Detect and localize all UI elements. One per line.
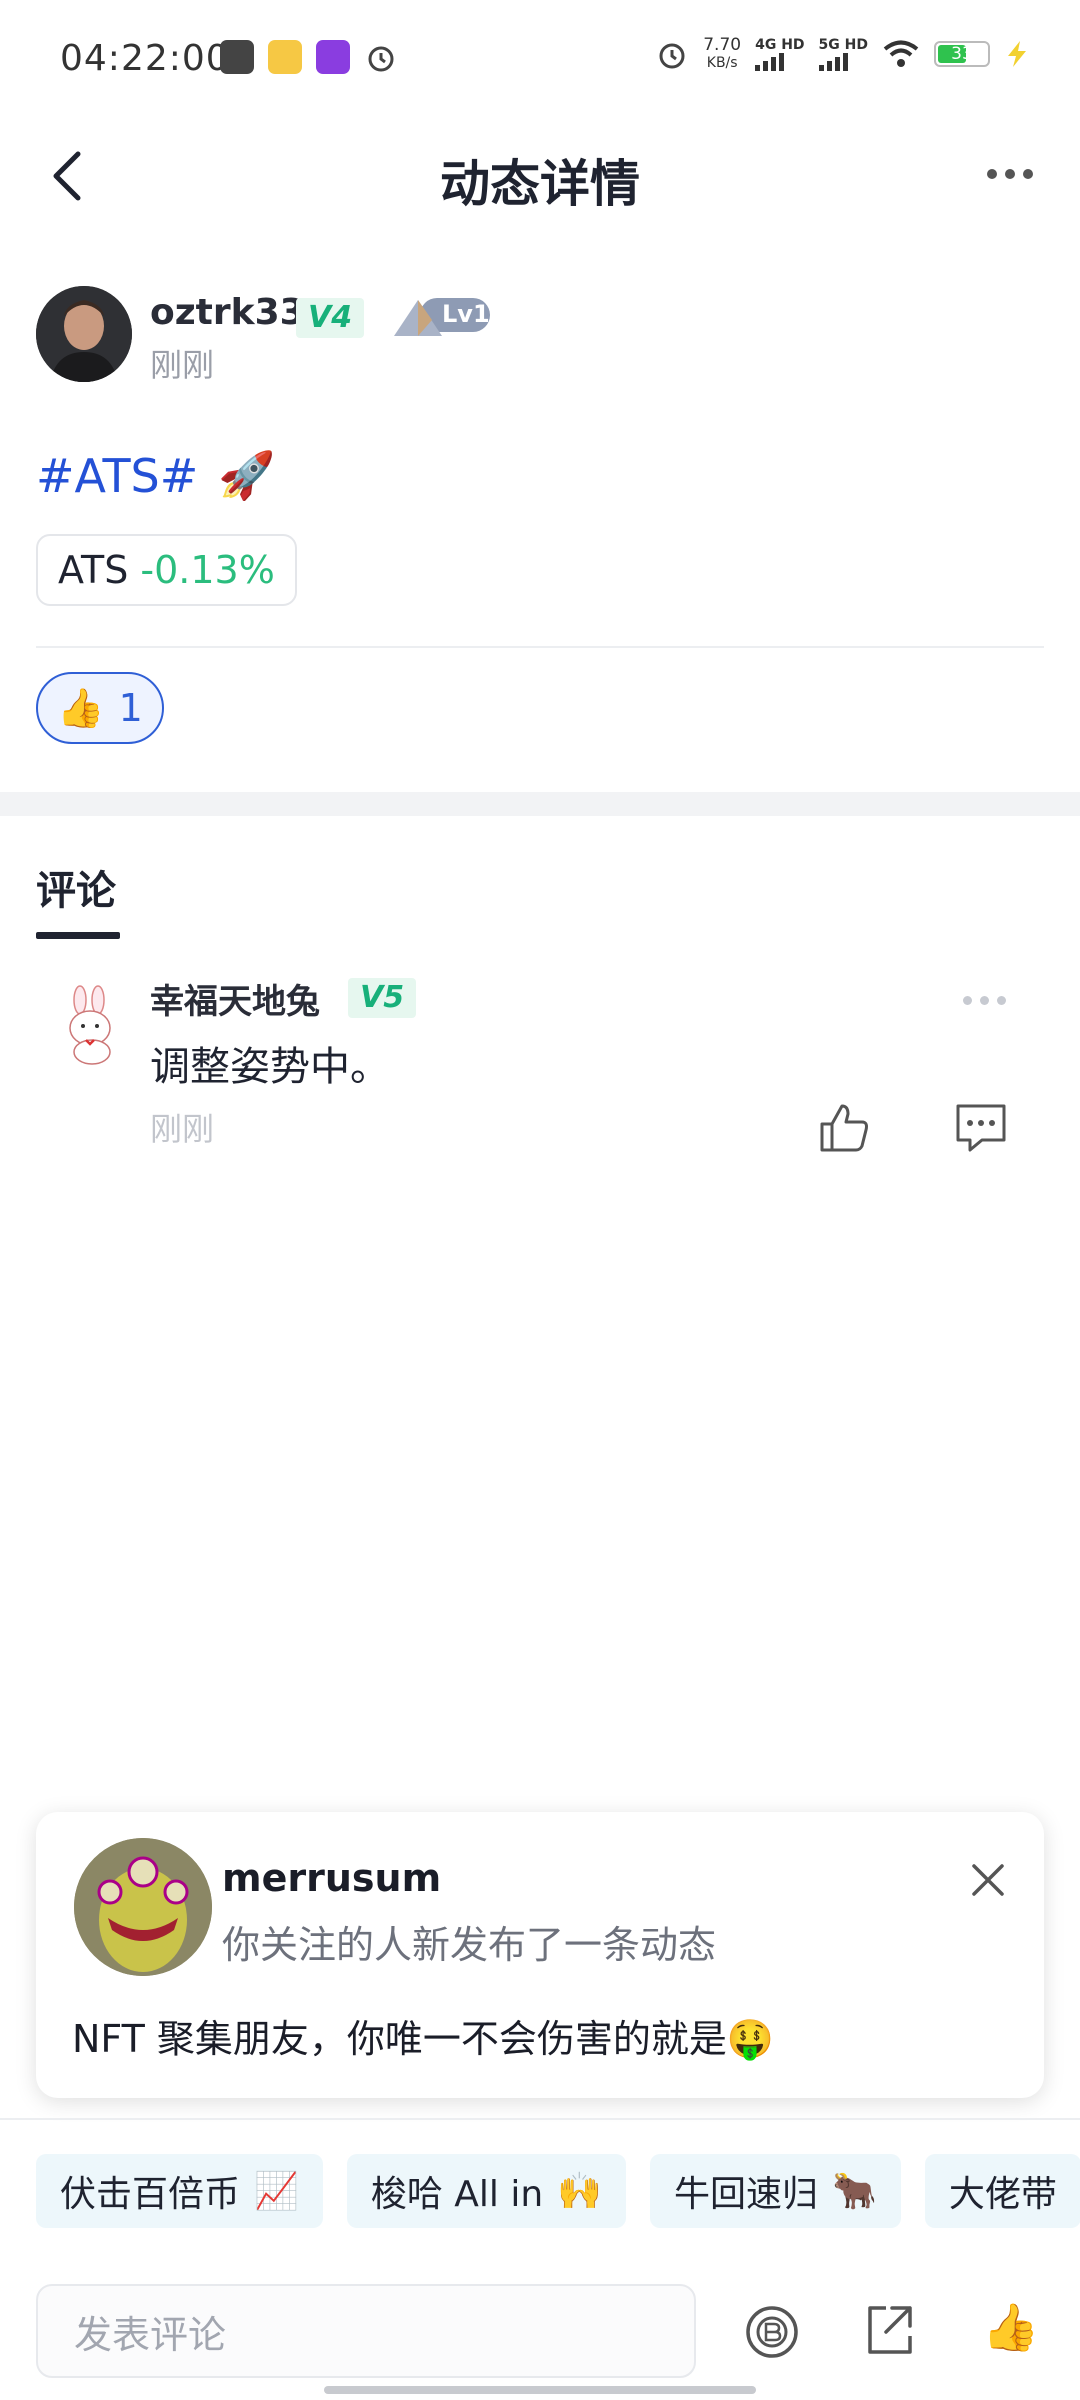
divider xyxy=(0,2118,1080,2120)
page-title: 动态详情 xyxy=(440,155,640,213)
status-indicators: 7.70 KB/s 4G HD 5G HD 33 xyxy=(655,36,1030,72)
share-icon[interactable] xyxy=(862,2300,918,2360)
header: 动态详情 xyxy=(0,120,1080,230)
status-time: 04:22:00 xyxy=(60,38,230,79)
app-notification-icon xyxy=(220,40,254,74)
notification-avatar[interactable] xyxy=(74,1838,212,1976)
quick-reply-chip[interactable]: 牛回速归 🐂 xyxy=(650,2154,901,2228)
net-label-1: 4G HD xyxy=(755,37,805,53)
signal-bars-icon xyxy=(818,53,868,71)
comment-reply-icon[interactable] xyxy=(952,1100,1010,1156)
comment-more-icon[interactable] xyxy=(963,996,1006,1005)
net-label-2: 5G HD xyxy=(818,37,868,53)
coin-chip[interactable]: ATS -0.13% xyxy=(36,534,297,606)
vip-badge: V5 xyxy=(348,978,417,1018)
coin-change: -0.13% xyxy=(140,548,275,592)
chip-label: 牛回速归 xyxy=(674,2174,819,2215)
commenter-name[interactable]: 幸福天地兔 xyxy=(150,974,320,1023)
charging-icon xyxy=(1008,41,1026,67)
tab-comments[interactable]: 评论 xyxy=(36,858,116,916)
tab-underline xyxy=(36,932,120,939)
more-options-icon[interactable] xyxy=(980,162,1040,186)
bunny-app-icon xyxy=(268,40,302,74)
chip-label: 大佬带 xyxy=(948,2174,1057,2215)
new-post-notification[interactable]: merrusum 你关注的人新发布了一条动态 NFT 聚集朋友，你唯一不会伤害的… xyxy=(36,1812,1044,2098)
close-icon[interactable] xyxy=(970,1862,1006,1898)
coin-symbol: ATS xyxy=(58,548,129,592)
wifi-icon xyxy=(883,40,919,67)
signal-4g: 4G HD xyxy=(755,37,805,71)
alarm-icon xyxy=(368,46,394,72)
vip-badge: V4 xyxy=(296,298,365,338)
chip-label: 伏击百倍币 xyxy=(60,2174,241,2215)
rocket-emoji: 🚀 xyxy=(218,448,276,502)
notification-message: NFT 聚集朋友，你唯一不会伤害的就是🤑 xyxy=(72,2017,775,2061)
level-text: Lv1 xyxy=(442,300,490,328)
quick-reply-chip[interactable]: 大佬带 xyxy=(924,2154,1080,2228)
comment-like-icon[interactable] xyxy=(816,1100,872,1156)
reaction-like-pill[interactable]: 👍 1 xyxy=(36,672,164,744)
battery-icon: 33 xyxy=(934,41,990,67)
chip-label: 梭哈 All in xyxy=(370,2174,544,2215)
battery-level: 33 xyxy=(951,44,973,64)
chart-emoji: 📈 xyxy=(254,2171,299,2212)
notification-name: merrusum xyxy=(222,1856,442,1900)
raised-hands-emoji: 🙌 xyxy=(557,2171,603,2212)
author-name[interactable]: oztrk33 xyxy=(150,292,305,333)
bull-emoji: 🐂 xyxy=(832,2171,877,2212)
network-speed: 7.70 KB/s xyxy=(703,36,741,72)
comment-text: 调整姿势中。 xyxy=(150,1044,390,1090)
thumbs-up-icon: 👍 xyxy=(57,685,105,730)
quick-reply-chips: 伏击百倍币 📈 梭哈 All in 🙌 牛回速归 🐂 大佬带 xyxy=(36,2154,1080,2228)
notification-subtitle: 你关注的人新发布了一条动态 xyxy=(222,1923,717,1967)
home-indicator[interactable] xyxy=(324,2386,756,2394)
divider xyxy=(36,646,1044,648)
post-content: #ATS# 🚀 xyxy=(36,448,276,503)
author-avatar[interactable] xyxy=(36,286,132,382)
monster-avatar xyxy=(74,1838,212,1976)
avatar-photo xyxy=(36,286,132,382)
section-separator xyxy=(0,792,1080,816)
speed-unit: KB/s xyxy=(706,55,738,71)
alarm-clock-icon xyxy=(659,43,685,69)
commenter-avatar[interactable] xyxy=(50,984,134,1068)
speed-value: 7.70 xyxy=(703,35,742,55)
quick-reply-chip[interactable]: 伏击百倍币 📈 xyxy=(36,2154,323,2228)
post-time: 刚刚 xyxy=(150,346,215,384)
comment-item: 幸福天地兔 V5 调整姿势中。 刚刚 xyxy=(36,970,1046,1152)
hotel-app-icon xyxy=(316,40,350,74)
quick-reply-chip[interactable]: 梭哈 All in 🙌 xyxy=(346,2154,627,2228)
comment-time: 刚刚 xyxy=(150,1110,215,1148)
thumbs-up-button[interactable]: 👍 xyxy=(982,2300,1039,2355)
tip-coin-icon[interactable] xyxy=(744,2304,800,2360)
hashtag-link[interactable]: #ATS# xyxy=(36,449,198,503)
post-author: oztrk33 V4 Lv1 刚刚 xyxy=(36,286,1046,386)
notification-icons xyxy=(220,40,398,74)
comment-input[interactable]: 发表评论 xyxy=(36,2284,696,2378)
like-count: 1 xyxy=(118,686,143,730)
signal-5g: 5G HD xyxy=(818,37,868,71)
level-badge: Lv1 xyxy=(392,294,492,340)
status-bar: 04:22:00 7.70 KB/s 4G HD 5G HD 33 xyxy=(0,0,1080,120)
signal-bars-icon xyxy=(755,53,804,71)
